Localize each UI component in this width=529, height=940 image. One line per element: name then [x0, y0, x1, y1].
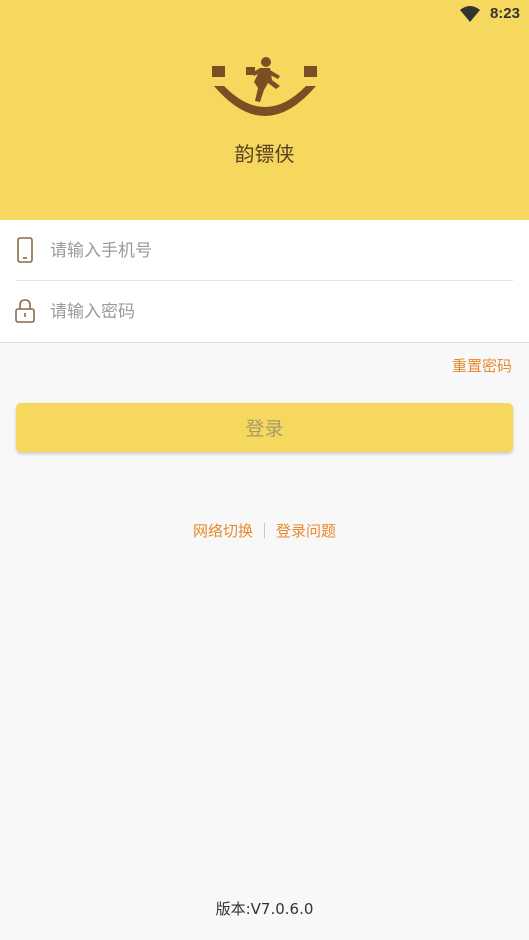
login-form	[0, 220, 529, 343]
login-button[interactable]: 登录	[16, 403, 513, 452]
lock-icon	[15, 299, 35, 323]
password-input[interactable]	[48, 295, 492, 329]
header-banner: 8:23 韵镖侠	[0, 0, 529, 220]
reset-password-link[interactable]: 重置密码	[452, 355, 512, 376]
wifi-icon	[460, 6, 480, 22]
link-separator	[264, 523, 265, 538]
phone-field	[0, 220, 529, 280]
status-time: 8:23	[489, 5, 520, 22]
version-label: 版本:V7.0.6.0	[215, 900, 314, 918]
status-bar: 8:23	[0, 0, 529, 30]
phone-icon	[17, 237, 33, 263]
phone-input[interactable]	[48, 234, 492, 268]
app-logo-icon	[212, 57, 317, 116]
network-switch-link[interactable]: 网络切换	[193, 522, 253, 540]
password-field	[0, 281, 529, 341]
app-name: 韵镖侠	[234, 142, 295, 166]
help-links: 网络切换 登录问题	[0, 520, 529, 541]
login-issue-link[interactable]: 登录问题	[276, 522, 336, 540]
